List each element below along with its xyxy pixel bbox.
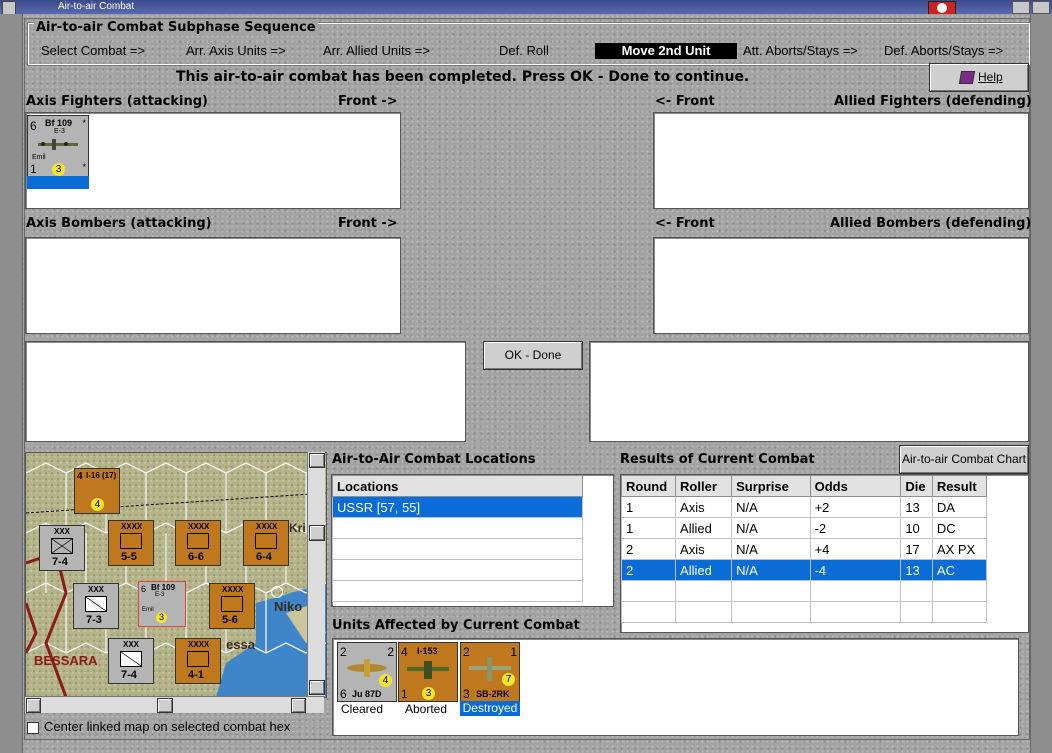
help-book-icon: [958, 71, 976, 84]
infantry-symbol-icon: [120, 651, 142, 667]
center-map-checkbox-label: Center linked map on selected combat hex: [44, 719, 291, 734]
axis-fighters-box[interactable]: 6 Bf 109 E-3 * Emil 1 3 *: [25, 112, 401, 209]
col-surprise: Surprise: [731, 475, 811, 497]
map-label-city: Niko: [274, 599, 303, 614]
map-label-city: essa: [226, 637, 255, 652]
unit-symbol-icon: [255, 533, 277, 549]
close-button[interactable]: [1032, 1, 1050, 14]
status-message: This air-to-air combat has been complete…: [176, 69, 750, 85]
affected-unit-sb2rk[interactable]: 2 1 7 3 SB-2RK: [460, 642, 520, 702]
affected-status-cleared: Cleared: [341, 702, 384, 716]
seq-step-def-aborts: Def. Aborts/Stays =>: [884, 43, 1004, 58]
center-map-checkbox[interactable]: [27, 722, 39, 734]
map-unit-gray-3[interactable]: XXX 7-4: [108, 638, 154, 684]
bf109-counter[interactable]: 6 Bf 109 E-3 * Emil 1 3 *: [27, 115, 89, 177]
infantry-symbol-icon: [85, 596, 107, 612]
locations-list[interactable]: Locations USSR [57, 55]: [331, 474, 614, 607]
axis-fighters-front-label: Front ->: [338, 94, 398, 109]
map-unit-gray-2[interactable]: XXX 7-3: [73, 583, 119, 629]
sequence-title: Air-to-air Combat Subphase Sequence: [34, 20, 318, 35]
port-anchor-icon: [271, 586, 283, 598]
col-roller: Roller: [675, 475, 733, 497]
col-result: Result: [931, 475, 988, 497]
table-row[interactable]: 1 Allied N/A -2 10 DC: [621, 517, 988, 539]
map-unit-i16[interactable]: 4 I-16 (17) 4: [74, 468, 120, 514]
seq-step-select-combat: Select Combat =>: [41, 43, 146, 58]
map-unit-orange-5[interactable]: XXXX 4-1: [175, 638, 221, 684]
table-row[interactable]: 1 Axis N/A +2 13 DA: [621, 496, 988, 518]
axis-bombers-box[interactable]: [25, 237, 401, 334]
right-frame-rail: [1030, 14, 1052, 753]
seq-step-att-aborts: Att. Aborts/Stays =>: [743, 43, 858, 58]
i153-plane-icon: [407, 661, 449, 679]
location-row[interactable]: USSR [57, 55]: [332, 496, 583, 518]
results-table: Round Roller Surprise Odds Die Result 1A…: [621, 475, 988, 623]
allied-fighters-front-label: <- Front: [655, 94, 715, 109]
allied-combat-info-box: [589, 341, 1029, 442]
allied-fighters-label: Allied Fighters (defending): [834, 94, 1032, 109]
allied-fighters-box[interactable]: [653, 112, 1029, 209]
combat-chart-button[interactable]: Air-to-air Combat Chart: [899, 445, 1029, 474]
locations-header: Locations: [332, 475, 583, 497]
map-label-city: Kri: [289, 521, 306, 535]
help-button[interactable]: Help: [929, 63, 1029, 92]
affected-title: Units Affected by Current Combat: [332, 618, 580, 633]
scroll-up-button[interactable]: [309, 453, 325, 468]
linked-map[interactable]: 4 I-16 (17) 4 XXX 7-4 XXXX 5-5 XXXX 6-6 …: [25, 452, 327, 698]
help-label: Help: [978, 70, 1003, 84]
results-title: Results of Current Combat: [620, 452, 815, 467]
col-die: Die: [900, 475, 933, 497]
col-round: Round: [621, 475, 677, 497]
affected-unit-i153[interactable]: 4 I-153 1 3: [398, 642, 458, 702]
map-unit-gray-1[interactable]: XXX 7-4: [39, 525, 85, 571]
results-table-box: Round Roller Surprise Odds Die Result 1A…: [620, 474, 1029, 633]
scroll-down-button[interactable]: [309, 680, 325, 695]
unit-symbol-icon: [187, 651, 209, 667]
axis-bombers-front-label: Front ->: [338, 216, 398, 231]
seq-step-def-roll: Def. Roll: [499, 43, 549, 58]
map-unit-orange-1[interactable]: XXXX 5-5: [108, 520, 154, 566]
map-unit-orange-2[interactable]: XXXX 6-6: [175, 520, 221, 566]
affected-units-box[interactable]: 2 2 4 6 Ju 87D Cleared 4 I-153 1 3 Abort…: [332, 638, 1019, 736]
axis-fighters-label: Axis Fighters (attacking): [26, 94, 208, 109]
seq-step-arr-axis: Arr. Axis Units =>: [186, 43, 286, 58]
seq-step-move-2nd-unit: Move 2nd Unit: [595, 43, 737, 59]
bf109-selection-bar: [27, 176, 89, 189]
minimize-button[interactable]: [1012, 1, 1030, 14]
map-label-region: BESSARA: [34, 653, 98, 668]
app-icon[interactable]: [2, 1, 16, 15]
map-unit-bf109-overlay[interactable]: 6 Bf 109 E-3 Emil 3: [138, 581, 186, 627]
map-unit-orange-3[interactable]: XXXX 6-4: [243, 520, 289, 566]
infantry-symbol-icon: [51, 538, 73, 554]
locations-title: Air-to-Air Combat Locations: [332, 452, 536, 467]
allied-bombers-box[interactable]: [653, 237, 1029, 334]
map-vertical-scrollbar[interactable]: [307, 452, 325, 696]
allied-bombers-front-label: <- Front: [655, 216, 715, 231]
axis-bombers-label: Axis Bombers (attacking): [26, 216, 212, 231]
vertical-scroll-thumb[interactable]: [309, 525, 325, 541]
affected-status-destroyed: Destroyed: [460, 701, 520, 716]
ok-done-button[interactable]: OK - Done: [483, 341, 583, 370]
scroll-right-button[interactable]: [291, 698, 306, 713]
window-titlebar: Air-to-air Combat: [0, 0, 1052, 15]
table-row-selected[interactable]: 2 Allied N/A -4 13 AC: [621, 559, 988, 581]
german-flag-icon: [928, 1, 956, 15]
table-row[interactable]: 2 Axis N/A +4 17 AX PX: [621, 538, 988, 560]
unit-symbol-icon: [187, 533, 209, 549]
affected-status-aborted: Aborted: [405, 702, 448, 716]
left-frame-rail: [0, 14, 23, 753]
window-title: Air-to-air Combat: [58, 1, 135, 12]
col-odds: Odds: [809, 475, 902, 497]
scroll-left-button[interactable]: [26, 698, 41, 713]
affected-unit-ju87d[interactable]: 2 2 4 6 Ju 87D: [337, 642, 397, 702]
map-unit-orange-4[interactable]: XXXX 5-6: [209, 583, 255, 629]
allied-bombers-label: Allied Bombers (defending): [830, 216, 1032, 231]
axis-combat-info-box: [25, 341, 466, 442]
horizontal-scroll-thumb[interactable]: [157, 698, 173, 713]
seq-step-arr-allied: Arr. Allied Units =>: [323, 43, 430, 58]
unit-symbol-icon: [120, 533, 142, 549]
unit-symbol-icon: [221, 596, 243, 612]
map-horizontal-scrollbar[interactable]: [25, 696, 324, 713]
plane-icon: [38, 139, 78, 150]
